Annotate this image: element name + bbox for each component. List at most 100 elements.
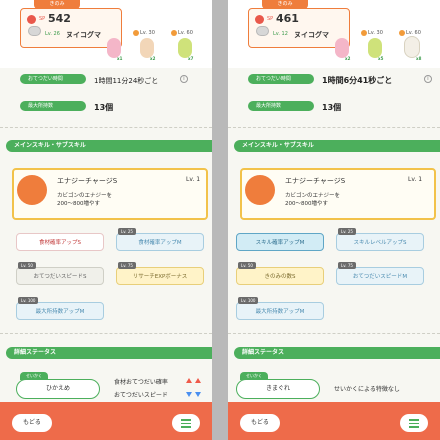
main-skill-description: カビゴンのエナジーを 200〜800増やす <box>285 192 340 208</box>
sp-label: SP <box>39 16 46 22</box>
nature-value[interactable]: ひかえめ <box>16 379 100 399</box>
sp-label: SP <box>267 16 274 22</box>
main-skill-description-line: カビゴンのエナジーを <box>57 193 113 199</box>
left-panel: きのみ SP 542 Lv. 26 ヌイコグマ x1 Lv. 30 x2 Lv.… <box>0 0 212 440</box>
divider <box>0 127 212 128</box>
ingredient-2-count: x5 <box>378 56 384 61</box>
ingredient-3-count: x7 <box>188 56 194 61</box>
ingredient-2-count: x2 <box>150 56 156 61</box>
sp-value: 461 <box>276 12 299 25</box>
arrow-up-icon <box>195 378 201 383</box>
subskill-3-level-tag: Lv. 50 <box>238 262 256 269</box>
subskill-2-level-tag: Lv. 25 <box>338 228 356 235</box>
subskill-1[interactable]: スキル確率アップM <box>236 233 324 251</box>
ingredient-1-icon <box>335 38 349 58</box>
main-skill-description: カビゴンのエナジーを 200〜800増やす <box>57 192 112 208</box>
help-time-label: おてつだい時間 <box>20 74 86 84</box>
pokemon-name: ヌイコグマ <box>66 31 101 39</box>
menu-button[interactable] <box>400 414 428 432</box>
subskill-3[interactable]: きのみの数S <box>236 267 324 285</box>
subskill-4[interactable]: リサーチEXPボーナス <box>116 267 204 285</box>
info-icon[interactable]: i <box>424 75 432 83</box>
help-time-value: 1時間6分41秒ごと <box>322 76 393 85</box>
section-skills-header: メインスキル・サブスキル <box>234 140 440 152</box>
section-skills-header: メインスキル・サブスキル <box>6 140 212 152</box>
main-skill-description-line: 200〜800増やす <box>57 201 100 207</box>
subskill-3-level-tag: Lv. 50 <box>18 262 36 269</box>
info-icon[interactable]: i <box>180 75 188 83</box>
ingredient-2-icon <box>368 38 382 58</box>
subskill-2-level-tag: Lv. 25 <box>118 228 136 235</box>
divider <box>228 127 440 128</box>
main-skill-level: Lv. 1 <box>186 176 201 183</box>
back-button[interactable]: もどる <box>240 414 280 432</box>
pokemon-sprite-icon <box>256 26 269 36</box>
menu-icon <box>181 419 191 421</box>
subskill-5[interactable]: 最大所持数アップM <box>236 302 324 320</box>
back-button[interactable]: もどる <box>12 414 52 432</box>
nature-down-effect: おてつだいスピード <box>114 392 168 399</box>
sp-icon <box>255 15 264 24</box>
ingredient-2-lv-icon <box>361 30 367 36</box>
main-skill-name: エナジーチャージS <box>285 177 346 185</box>
subskill-4-level-tag: Lv. 75 <box>118 262 136 269</box>
subskill-4[interactable]: おてつだいスピードM <box>336 267 424 285</box>
subskill-5[interactable]: 最大所持数アップM <box>16 302 104 320</box>
max-hold-value: 13個 <box>322 103 342 112</box>
ingredient-1-count: x1 <box>117 56 123 61</box>
main-skill-name: エナジーチャージS <box>57 177 118 185</box>
nature-up-effect: 食材おてつだい確率 <box>114 379 168 386</box>
right-panel: きのみ SP 461 Lv. 12 ヌイコグマ x2 Lv. 30 x5 Lv.… <box>228 0 440 440</box>
flame-icon <box>245 175 275 205</box>
menu-icon <box>409 426 419 428</box>
ingredient-3-lv-icon <box>399 30 405 36</box>
section-details-header: 詳細ステータス <box>234 347 440 359</box>
max-hold-label: 最大所持数 <box>20 101 86 111</box>
arrow-down-icon <box>195 392 201 397</box>
pokemon-sprite-icon <box>28 26 41 36</box>
menu-icon <box>181 422 191 424</box>
menu-icon <box>409 419 419 421</box>
ingredient-2-level: Lv. 30 <box>140 30 155 36</box>
nature-no-effect: せいかくによる特徴なし <box>334 386 400 393</box>
flame-icon <box>17 175 47 205</box>
main-skill-description-line: カビゴンのエナジーを <box>285 193 341 199</box>
ingredient-3-level: Lv. 60 <box>178 30 193 36</box>
pokemon-name: ヌイコグマ <box>294 31 329 39</box>
main-skill-description-line: 200〜800増やす <box>285 201 328 207</box>
ingredient-3-level: Lv. 60 <box>406 30 421 36</box>
ingredient-2-lv-icon <box>133 30 139 36</box>
ingredient-1-count: x2 <box>345 56 351 61</box>
sp-icon <box>27 15 36 24</box>
subskill-4-level-tag: Lv. 75 <box>338 262 356 269</box>
subskill-2[interactable]: スキルレベルアップS <box>336 233 424 251</box>
pokemon-level: Lv. 26 <box>45 31 60 37</box>
help-time-value: 1時間11分24秒ごと <box>94 77 159 85</box>
ingredient-2-level: Lv. 30 <box>368 30 383 36</box>
subskill-3[interactable]: おてつだいスピードS <box>16 267 104 285</box>
menu-icon <box>181 426 191 428</box>
subskill-5-level-tag: Lv. 100 <box>18 297 39 304</box>
max-hold-label: 最大所持数 <box>248 101 314 111</box>
divider <box>228 333 440 334</box>
arrow-down-icon <box>186 392 192 397</box>
ingredient-3-count: x8 <box>416 56 422 61</box>
divider <box>0 333 212 334</box>
subskill-5-level-tag: Lv. 100 <box>238 297 259 304</box>
max-hold-value: 13個 <box>94 103 114 112</box>
ingredient-3-lv-icon <box>171 30 177 36</box>
sp-value: 542 <box>48 12 71 25</box>
ingredient-3-icon <box>404 36 420 58</box>
nature-value[interactable]: きまぐれ <box>236 379 320 399</box>
ingredient-3-icon <box>178 38 192 58</box>
menu-icon <box>409 422 419 424</box>
arrow-up-icon <box>186 378 192 383</box>
pokemon-level: Lv. 12 <box>273 31 288 37</box>
help-time-label: おてつだい時間 <box>248 74 314 84</box>
menu-button[interactable] <box>172 414 200 432</box>
ingredient-2-icon <box>140 38 154 58</box>
main-skill-level: Lv. 1 <box>408 176 423 183</box>
subskill-1[interactable]: 食材確率アップS <box>16 233 104 251</box>
ingredient-1-icon <box>107 38 121 58</box>
subskill-2[interactable]: 食材確率アップM <box>116 233 204 251</box>
